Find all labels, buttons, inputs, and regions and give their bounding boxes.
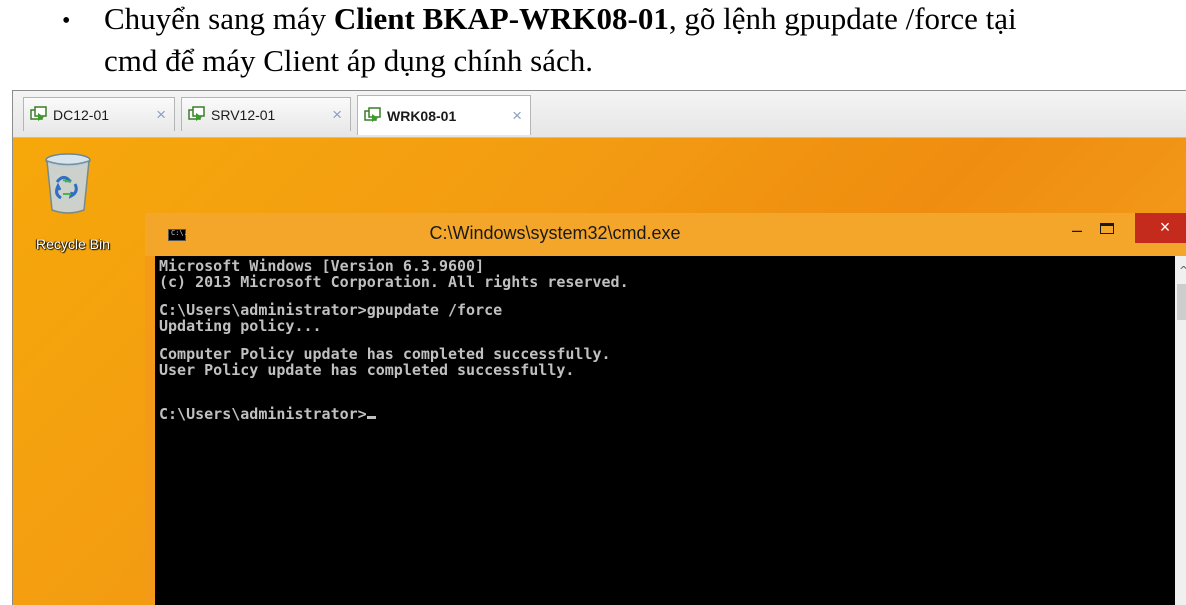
console-prompt: C:\Users\administrator>: [159, 405, 367, 423]
document-instruction: • Chuyển sang máy Client BKAP-WRK08-01, …: [0, 0, 1186, 88]
maximize-button[interactable]: [1100, 223, 1114, 234]
console-line: Computer Policy update has completed suc…: [159, 345, 611, 363]
tab-srv12-01[interactable]: SRV12-01 ×: [181, 97, 351, 131]
minimize-button[interactable]: –: [1065, 221, 1089, 245]
vm-icon: [364, 106, 382, 125]
vertical-scrollbar[interactable]: ^: [1175, 256, 1186, 605]
tab-wrk08-01[interactable]: WRK08-01 ×: [357, 95, 531, 135]
instruction-line-2: cmd để máy Client áp dụng chính sách.: [104, 43, 593, 78]
bullet-point: •: [62, 8, 71, 34]
console-line: User Policy update has completed success…: [159, 361, 575, 379]
console-prompt-line: C:\Users\administrator>: [159, 406, 1175, 422]
close-icon[interactable]: ×: [512, 106, 522, 126]
vm-icon: [188, 105, 206, 124]
instruction-suffix: , gõ lệnh gpupdate /force tại: [668, 1, 1017, 36]
tab-label: DC12-01: [53, 106, 110, 123]
close-icon[interactable]: ×: [156, 105, 166, 125]
instruction-line-1: Chuyển sang máy Client BKAP-WRK08-01, gõ…: [104, 1, 1017, 37]
scroll-up-arrow-icon[interactable]: ^: [1179, 264, 1186, 277]
recycle-bin[interactable]: Recycle Bin: [33, 152, 110, 252]
vm-icon: [30, 105, 48, 124]
vm-console-frame: DC12-01 × SRV12-01 × WRK08-01 × Recycle …: [12, 90, 1186, 605]
instruction-machine-name: Client BKAP-WRK08-01: [333, 1, 669, 36]
console-line: Microsoft Windows [Version 6.3.9600]: [159, 257, 485, 275]
tab-label: SRV12-01: [211, 106, 276, 123]
cmd-title-bar[interactable]: C:\. C:\Windows\system32\cmd.exe – ×: [145, 213, 1186, 256]
scrollbar-thumb[interactable]: [1177, 284, 1186, 320]
cmd-window: C:\. C:\Windows\system32\cmd.exe – × Mic…: [145, 213, 1186, 605]
console-line: (c) 2013 Microsoft Corporation. All righ…: [159, 273, 629, 291]
vm-tab-bar: DC12-01 × SRV12-01 × WRK08-01 ×: [13, 91, 1186, 138]
console-line: Updating policy...: [159, 317, 322, 335]
tab-dc12-01[interactable]: DC12-01 ×: [23, 97, 175, 131]
console-line: C:\Users\administrator>gpupdate /force: [159, 301, 503, 319]
close-icon[interactable]: ×: [332, 105, 342, 125]
console-output[interactable]: Microsoft Windows [Version 6.3.9600] (c) …: [155, 256, 1175, 605]
close-button[interactable]: ×: [1135, 213, 1186, 243]
recycle-bin-label: Recycle Bin: [36, 236, 110, 252]
instruction-prefix: Chuyển sang máy: [104, 1, 334, 36]
recycle-bin-icon: [45, 153, 91, 214]
tab-label: WRK08-01: [387, 107, 457, 124]
windows-desktop: Recycle Bin C:\. C:\Windows\system32\cmd…: [13, 138, 1186, 605]
text-cursor: [366, 416, 376, 419]
window-title: C:\Windows\system32\cmd.exe: [429, 223, 681, 243]
